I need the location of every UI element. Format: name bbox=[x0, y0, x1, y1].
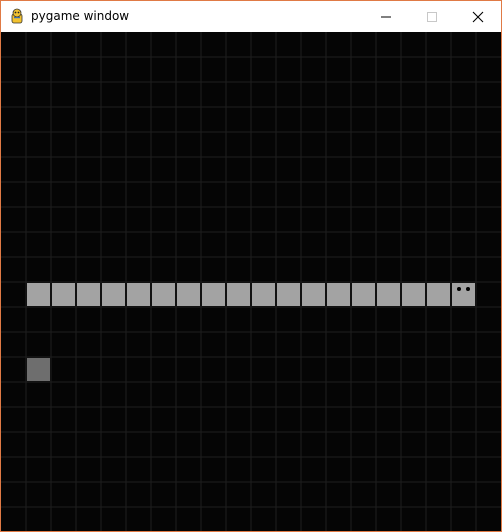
close-button[interactable] bbox=[455, 1, 501, 32]
close-icon bbox=[472, 11, 484, 22]
snake-segment bbox=[27, 283, 50, 306]
game-board bbox=[1, 32, 501, 531]
minimize-icon bbox=[381, 16, 391, 17]
snake-eye bbox=[466, 287, 470, 291]
snake-segment bbox=[152, 283, 175, 306]
window-title: pygame window bbox=[31, 9, 130, 23]
snake-eye bbox=[457, 287, 461, 291]
pygame-window: pygame window bbox=[0, 0, 502, 532]
title-bar[interactable]: pygame window bbox=[1, 1, 501, 32]
pygame-snake-icon bbox=[11, 8, 23, 24]
snake-segment bbox=[327, 283, 350, 306]
food-layer bbox=[27, 358, 50, 381]
snake-segment bbox=[352, 283, 375, 306]
minimize-button[interactable] bbox=[363, 1, 409, 32]
snake-segment bbox=[127, 283, 150, 306]
snake-segment bbox=[252, 283, 275, 306]
snake-segment bbox=[227, 283, 250, 306]
snake-segment bbox=[202, 283, 225, 306]
snake-segment bbox=[52, 283, 75, 306]
snake-segment bbox=[277, 283, 300, 306]
maximize-button[interactable] bbox=[409, 1, 455, 32]
snake-segment bbox=[427, 283, 450, 306]
food-pellet bbox=[27, 358, 50, 381]
game-canvas[interactable] bbox=[1, 32, 501, 531]
snake-segment bbox=[177, 283, 200, 306]
snake-head bbox=[452, 283, 475, 306]
maximize-icon bbox=[427, 11, 437, 22]
grid-lines bbox=[1, 32, 501, 531]
snake-segment bbox=[402, 283, 425, 306]
snake-segment bbox=[77, 283, 100, 306]
snake-segment bbox=[377, 283, 400, 306]
snake-segment bbox=[102, 283, 125, 306]
snake-segment bbox=[302, 283, 325, 306]
